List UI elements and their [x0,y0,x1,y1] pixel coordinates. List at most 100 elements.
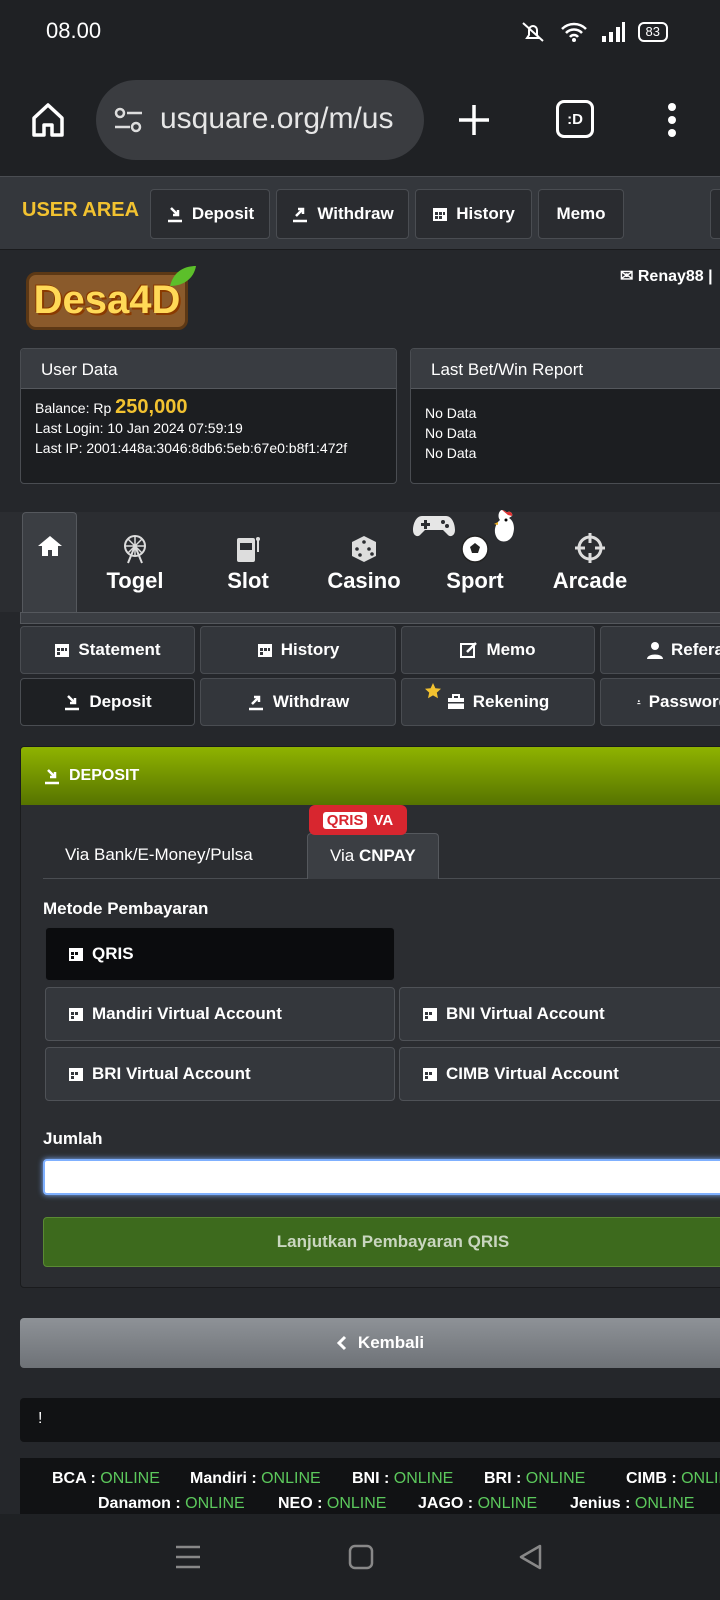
more-options-icon[interactable] [654,98,690,142]
new-tab-icon[interactable] [452,98,496,142]
status-icons: 83 [518,20,668,44]
tab-home[interactable] [22,512,77,612]
bank-status-item: JAGO : ONLINE [418,1495,538,1512]
memo-button[interactable]: Memo [401,626,595,674]
bank-name: Jenius [570,1495,621,1512]
tab-casino[interactable]: Casino [326,512,402,612]
top-history-button[interactable]: History [415,189,532,239]
deposit-icon [65,695,80,711]
bank-name: Danamon [98,1495,171,1512]
tab-togel-label: Togel [106,568,164,593]
tab-via-bank[interactable]: Via Bank/E-Money/Pulsa [43,833,275,879]
tab-togel[interactable]: Togel [100,512,170,612]
bank-name: BRI [484,1470,512,1487]
bank-status-item: Mandiri : ONLINE [190,1470,321,1487]
bank-status: ONLINE [393,1470,454,1487]
status-bar: 08.00 83 [0,0,720,62]
home-nav-icon[interactable] [348,1544,374,1570]
tab-via-cnpay[interactable]: Via CNPAY [307,833,439,879]
recent-apps-icon[interactable] [174,1544,202,1570]
bank-status: ONLINE [100,1470,160,1487]
user-data-panel: User Data Balance: Rp 250,000 Last Login… [20,348,397,484]
bank-name: JAGO [418,1495,464,1512]
bank-status-item: BCA : ONLINE [52,1470,160,1487]
back-label: Kembali [357,1333,425,1352]
bank-status: ONLINE [326,1495,387,1512]
last-login: Last Login: 10 Jan 2024 07:59:19 [35,420,243,436]
last-bet-panel: Last Bet/Win Report No Data No Data No D… [410,348,720,484]
dice-icon [352,536,376,562]
rekening-label: Rekening [472,692,550,711]
calendar-icon [55,644,70,657]
top-deposit-button[interactable]: Deposit [150,189,270,239]
home-icon [37,536,62,556]
url-bar[interactable]: usquare.org/m/us [96,80,424,160]
method-qris[interactable]: QRIS [45,927,395,981]
method-bri-va[interactable]: BRI Virtual Account [45,1047,395,1101]
user-info[interactable]: ✉ Renay88 | [620,266,713,286]
top-withdraw-button[interactable]: Withdraw [276,189,409,239]
home-icon[interactable] [26,98,70,142]
report-row: No Data [425,425,477,441]
payment-method-label: Metode Pembayaran [43,899,209,918]
referral-label: Referal [671,640,720,659]
mute-icon [521,22,544,42]
history-button[interactable]: History [200,626,396,674]
last-ip: Last IP: 2001:448a:3046:8db6:5eb:67e0:b8… [35,440,348,456]
withdraw-button[interactable]: Withdraw [200,678,396,726]
password-label: Password [648,692,720,711]
deposit-panel: DEPOSIT Via Bank/E-Money/Pulsa Via CNPAY… [20,746,720,1288]
statement-label: Statement [78,640,161,659]
deposit-icon [167,207,182,223]
rooster-icon [494,510,514,542]
calendar-icon [423,1068,437,1081]
tab-via-cnpay-prefix: Via [330,846,355,865]
calendar-icon [423,1008,437,1021]
tab-via-cnpay-label: CNPAY [359,846,416,865]
method-bni-va[interactable]: BNI Virtual Account [399,987,720,1041]
method-mandiri-va[interactable]: Mandiri Virtual Account [45,987,395,1041]
bank-status: ONLINE [634,1495,695,1512]
method-bni-va-label: BNI Virtual Account [446,1004,605,1023]
browser-toolbar: usquare.org/m/us :D [0,62,720,176]
back-button[interactable]: Kembali [20,1318,720,1368]
top-history-label: History [456,204,515,223]
continue-qris-button[interactable]: Lanjutkan Pembayaran QRIS [43,1217,720,1267]
top-extra-button[interactable] [710,189,720,239]
amount-input[interactable] [43,1159,720,1195]
password-button[interactable]: Password [600,678,720,726]
username: Renay88 | [637,268,713,285]
bank-name: CIMB [626,1470,667,1487]
deposit-button[interactable]: Deposit [20,678,195,726]
site-settings-icon[interactable] [112,104,146,136]
bank-status-item: CIMB : ONLINE [626,1470,720,1488]
back-nav-icon[interactable] [518,1544,544,1570]
bank-status-item: Jenius : ONLINE [570,1495,695,1512]
wifi-icon [560,22,587,42]
top-memo-button[interactable]: Memo [538,189,624,239]
referral-button[interactable]: Referal [600,626,720,674]
tab-slot[interactable]: Slot [218,512,278,612]
notice-text: ! [38,1410,43,1427]
tab-arcade[interactable]: Arcade [548,512,632,612]
calendar-icon [433,208,448,221]
tab-via-bank-label: Via Bank/E-Money/Pulsa [65,845,253,864]
ferris-wheel-icon [124,535,146,564]
method-cimb-va[interactable]: CIMB Virtual Account [399,1047,720,1101]
url-text: usquare.org/m/us [160,102,394,135]
statement-button[interactable]: Statement [20,626,195,674]
bank-name: BNI [352,1470,380,1487]
gamepad-icon [413,516,455,537]
tab-casino-label: Casino [327,568,401,593]
user-area-title: USER AREA [22,199,140,221]
balance-row: Balance: Rp 250,000 [35,397,382,418]
status-time: 08.00 [46,18,102,43]
qris-va-badge: QRIS VA [309,805,407,835]
tab-switcher-icon[interactable]: :D [556,100,594,138]
bank-status: ONLINE [525,1470,586,1487]
game-tabs: Togel Slot Casino Sport Arcade [0,510,720,612]
site-logo[interactable]: Desa4D [22,264,196,336]
soccer-ball-icon [461,535,489,563]
notice-bar: ! [20,1398,720,1442]
chevron-left-icon [336,1335,346,1351]
